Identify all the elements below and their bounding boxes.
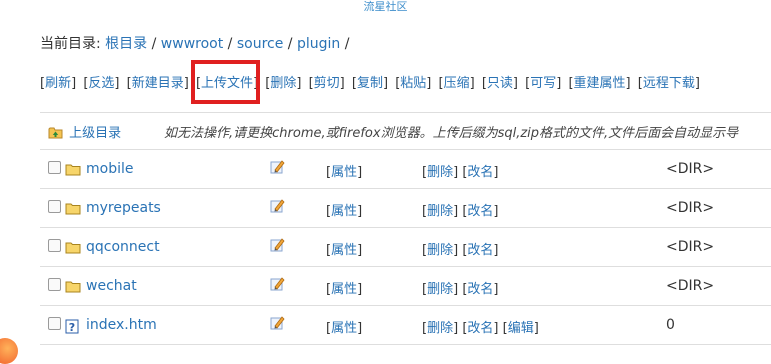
- file-name-link[interactable]: wechat: [86, 278, 137, 294]
- row-checkbox[interactable]: [48, 317, 61, 330]
- breadcrumb-separator: /: [151, 36, 157, 52]
- refresh-button[interactable]: [刷新]: [40, 76, 76, 91]
- file-row: mobile [属性] [删除] [改名] <DIR>: [40, 150, 771, 189]
- compress-button[interactable]: [压缩]: [439, 76, 475, 91]
- delete-file-button[interactable]: [删除]: [422, 282, 458, 297]
- file-actions: [删除] [改名]: [422, 278, 498, 297]
- breadcrumb-plugin[interactable]: plugin: [297, 36, 340, 52]
- delete-file-button[interactable]: [删除]: [422, 204, 458, 219]
- folder-icon: [65, 163, 81, 180]
- remote-download-button[interactable]: [远程下载]: [638, 76, 700, 91]
- upload-highlight-box: [191, 60, 260, 104]
- attributes-button[interactable]: [属性]: [326, 239, 362, 258]
- file-row: ? index.htm [属性] [删除] [改名] [编辑] 0: [40, 306, 771, 345]
- browser-hint-text: 如无法操作,请更换chrome,或firefox浏览器。上传后缀为sql,zip…: [164, 126, 739, 141]
- breadcrumb-separator: /: [227, 36, 233, 52]
- parent-directory-link[interactable]: 上级目录: [69, 126, 121, 141]
- breadcrumb-root[interactable]: 根目录: [105, 36, 147, 52]
- cut-button[interactable]: [剪切]: [309, 76, 345, 91]
- rebuild-attributes-button[interactable]: [重建属性]: [568, 76, 630, 91]
- row-checkbox[interactable]: [48, 278, 61, 291]
- toolbar: [刷新] [反选] [新建目录] [上传文件] [删除] [剪切] [复制] […: [40, 72, 703, 91]
- rename-button[interactable]: [改名]: [462, 204, 498, 219]
- attributes-button[interactable]: [属性]: [326, 200, 362, 219]
- row-checkbox[interactable]: [48, 239, 61, 252]
- file-row: wechat [属性] [删除] [改名] <DIR>: [40, 267, 771, 306]
- writable-button[interactable]: [可写]: [525, 76, 561, 91]
- file-row: myrepeats [属性] [删除] [改名] <DIR>: [40, 189, 771, 228]
- breadcrumb: 当前目录: 根目录 / wwwroot / source / plugin /: [40, 33, 349, 53]
- unknown-file-icon: ?: [65, 319, 79, 338]
- breadcrumb-source[interactable]: source: [237, 36, 284, 52]
- folder-up-icon: [48, 126, 63, 143]
- breadcrumb-wwwroot[interactable]: wwwroot: [161, 36, 223, 52]
- rename-button[interactable]: [改名]: [462, 165, 498, 180]
- read-only-button[interactable]: [只读]: [482, 76, 518, 91]
- attributes-button[interactable]: [属性]: [326, 161, 362, 180]
- file-size: <DIR>: [666, 239, 715, 255]
- row-checkbox[interactable]: [48, 200, 61, 213]
- file-size: <DIR>: [666, 161, 715, 177]
- divider: [40, 112, 771, 113]
- file-row: qqconnect [属性] [删除] [改名] <DIR>: [40, 228, 771, 267]
- breadcrumb-prefix: 当前目录:: [40, 36, 101, 52]
- attributes-button[interactable]: [属性]: [326, 278, 362, 297]
- folder-icon: [65, 280, 81, 297]
- invert-selection-button[interactable]: [反选]: [83, 76, 119, 91]
- new-folder-button[interactable]: [新建目录]: [127, 76, 189, 91]
- breadcrumb-separator: /: [287, 36, 293, 52]
- file-name-link[interactable]: myrepeats: [86, 200, 161, 216]
- rename-button[interactable]: [改名]: [462, 243, 498, 258]
- row-checkbox[interactable]: [48, 161, 61, 174]
- edit-pencil-icon[interactable]: [270, 198, 285, 217]
- paste-button[interactable]: [粘贴]: [395, 76, 431, 91]
- parent-directory-row: 上级目录 如无法操作,请更换chrome,或firefox浏览器。上传后缀为sq…: [48, 122, 738, 143]
- delete-button[interactable]: [删除]: [265, 76, 301, 91]
- file-size: 0: [666, 317, 675, 333]
- divider: [40, 344, 771, 345]
- breadcrumb-separator: /: [344, 36, 350, 52]
- site-title: 流星社区: [363, 0, 408, 13]
- copy-button[interactable]: [复制]: [352, 76, 388, 91]
- delete-file-button[interactable]: [删除]: [422, 243, 458, 258]
- edit-pencil-icon[interactable]: [270, 159, 285, 178]
- edit-pencil-icon[interactable]: [270, 276, 285, 295]
- edit-file-button[interactable]: [编辑]: [503, 321, 539, 336]
- folder-icon: [65, 241, 81, 258]
- file-size: <DIR>: [666, 200, 715, 216]
- file-name-link[interactable]: qqconnect: [86, 239, 160, 255]
- edit-pencil-icon[interactable]: [270, 315, 285, 334]
- file-name-link[interactable]: index.htm: [86, 317, 157, 333]
- file-actions: [删除] [改名]: [422, 161, 498, 180]
- attributes-button[interactable]: [属性]: [326, 317, 362, 336]
- file-name-link[interactable]: mobile: [86, 161, 133, 177]
- rename-button[interactable]: [改名]: [462, 321, 498, 336]
- svg-text:?: ?: [69, 321, 75, 334]
- file-actions: [删除] [改名]: [422, 200, 498, 219]
- edit-pencil-icon[interactable]: [270, 237, 285, 256]
- file-actions: [删除] [改名] [编辑]: [422, 317, 539, 336]
- delete-file-button[interactable]: [删除]: [422, 165, 458, 180]
- folder-icon: [65, 202, 81, 219]
- delete-file-button[interactable]: [删除]: [422, 321, 458, 336]
- file-size: <DIR>: [666, 278, 715, 294]
- rename-button[interactable]: [改名]: [462, 282, 498, 297]
- file-actions: [删除] [改名]: [422, 239, 498, 258]
- floating-widget-icon[interactable]: [0, 338, 18, 364]
